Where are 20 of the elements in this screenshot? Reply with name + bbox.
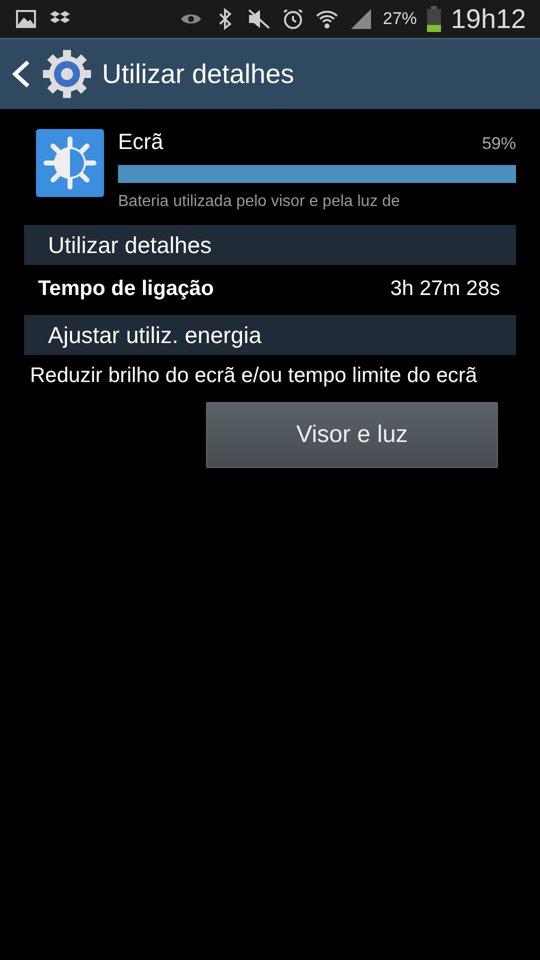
usage-percent: 59% — [482, 134, 516, 154]
screen-title: Utilizar detalhes — [102, 58, 294, 90]
signal-icon — [348, 7, 373, 31]
app-description: Bateria utilizada pelo visor e pela luz de — [118, 193, 401, 211]
picture-icon — [14, 7, 38, 31]
brightness-icon — [36, 129, 104, 197]
display-settings-button[interactable]: Visor e luz — [206, 402, 498, 468]
muted-speaker-icon — [246, 7, 271, 31]
back-button[interactable] — [10, 59, 32, 89]
settings-icon — [42, 49, 92, 99]
app-name: Ecrã — [118, 129, 164, 155]
advice-text: Reduzir brilho do ecrã e/ou tempo limite do ecrã — [30, 363, 478, 389]
battery-icon — [426, 6, 441, 32]
section-header: Ajustar utiliz. energia — [24, 315, 516, 355]
clock: 19h12 — [450, 4, 526, 34]
alarm-icon — [280, 7, 305, 31]
detail-value: 3h 27m 28s — [390, 277, 500, 301]
section-header: Utilizar detalhes — [24, 225, 516, 265]
detail-label: Tempo de ligação — [38, 277, 214, 301]
battery-percent: 27% — [382, 9, 417, 29]
